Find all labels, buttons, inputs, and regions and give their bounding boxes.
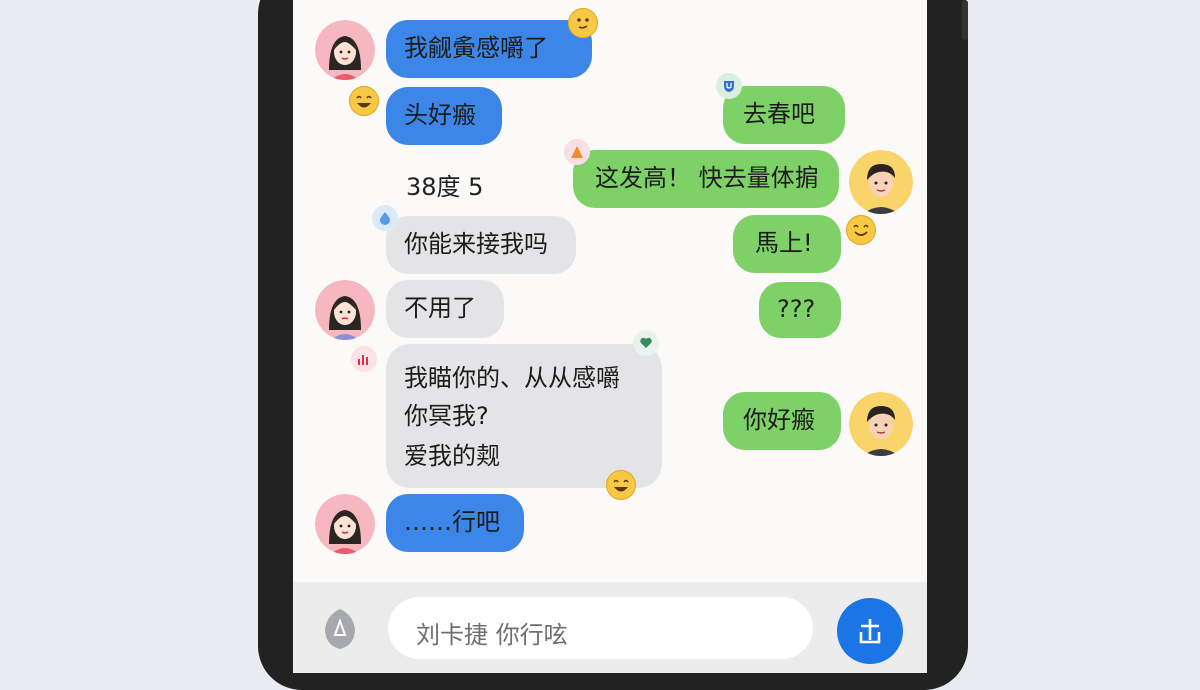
message-text: 这发高！ 快去量体掮 bbox=[595, 164, 819, 192]
message-text: 你能来接我吗 bbox=[404, 230, 548, 258]
message-bubble[interactable]: ??? bbox=[759, 282, 841, 338]
signal-reaction-icon[interactable] bbox=[351, 346, 377, 372]
cone-reaction-icon[interactable] bbox=[564, 139, 590, 165]
message-input-bar: 刘卡捷 你行呟 bbox=[293, 582, 927, 673]
message-text: 你好瘢 bbox=[743, 406, 815, 434]
message-bubble[interactable]: 头好瘢 bbox=[386, 87, 502, 145]
message-text: 38度 5 bbox=[406, 173, 484, 201]
shield-reaction-icon[interactable] bbox=[716, 73, 742, 99]
heart-reaction-icon[interactable] bbox=[633, 330, 659, 356]
avatar-boy[interactable] bbox=[849, 392, 913, 456]
message-bubble[interactable]: ……行吧 bbox=[386, 494, 524, 552]
phone-side-button bbox=[962, 0, 968, 40]
message-bubble[interactable]: 我觎夤感嚼了 bbox=[386, 20, 592, 78]
message-bubble[interactable]: 馬上! bbox=[733, 215, 841, 273]
message-text: ??? bbox=[777, 295, 816, 323]
message-text: 不用了 bbox=[404, 294, 476, 322]
avatar-girl[interactable] bbox=[315, 20, 375, 80]
emoji-laugh-icon[interactable] bbox=[349, 86, 379, 116]
message-bubble[interactable]: 不用了 bbox=[386, 280, 504, 338]
message-text: 馬上! bbox=[755, 229, 813, 257]
drop-reaction-icon[interactable] bbox=[372, 205, 398, 231]
message-bubble[interactable]: 这发高！ 快去量体掮 bbox=[573, 150, 839, 208]
voice-icon[interactable] bbox=[317, 607, 363, 651]
avatar-boy[interactable] bbox=[849, 150, 913, 214]
emoji-reaction-icon[interactable] bbox=[568, 8, 598, 38]
message-input-placeholder: 刘卡捷 你行呟 bbox=[416, 621, 568, 649]
message-text-line: 爱我的觌 bbox=[404, 442, 500, 470]
avatar-girl[interactable] bbox=[315, 494, 375, 554]
message-text: 去春吧 bbox=[743, 100, 815, 128]
message-text: ……行吧 bbox=[404, 508, 500, 536]
avatar-girl[interactable] bbox=[315, 280, 375, 340]
message-text: 头好瘢 bbox=[404, 101, 476, 129]
message-input[interactable]: 刘卡捷 你行呟 bbox=[388, 597, 813, 659]
message-bubble[interactable]: 你好瘢 bbox=[723, 392, 841, 450]
chat-screen: 我觎夤感嚼了 头好瘢 38度 5 你能来接我吗 不用了 我瞄你的、从从感嚼 你冥… bbox=[293, 0, 927, 673]
emoji-smile-icon[interactable] bbox=[846, 215, 876, 245]
message-bubble[interactable]: 我瞄你的、从从感嚼 你冥我? 爱我的觌 bbox=[386, 344, 662, 488]
message-text-line: 你冥我? bbox=[404, 402, 489, 430]
message-text: 我觎夤感嚼了 bbox=[404, 34, 548, 62]
emoji-laugh-icon[interactable] bbox=[606, 470, 636, 500]
send-button[interactable] bbox=[837, 598, 903, 664]
send-icon bbox=[859, 619, 881, 644]
message-bubble[interactable]: 你能来接我吗 bbox=[386, 216, 576, 274]
message-text-line: 我瞄你的、从从感嚼 bbox=[404, 364, 620, 392]
message-bubble[interactable]: 去春吧 bbox=[723, 86, 845, 144]
